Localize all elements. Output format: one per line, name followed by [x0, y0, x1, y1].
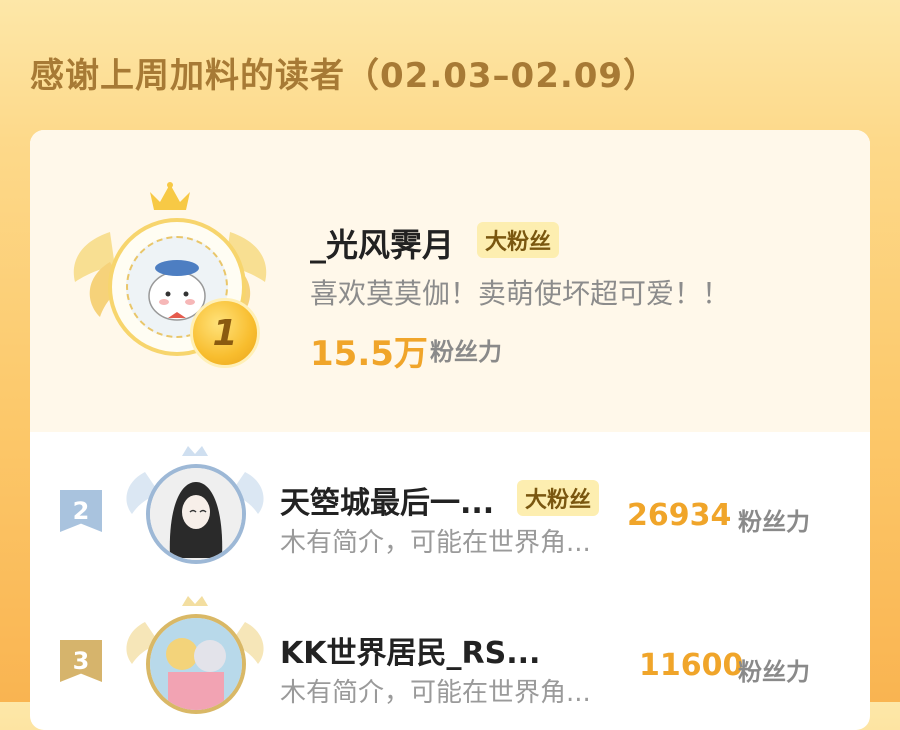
- fan-power-label: 粉丝力: [738, 658, 810, 686]
- fan-power-label: 粉丝力: [738, 508, 810, 536]
- top-reader-row[interactable]: 1 _光风霁月 大粉丝 喜欢莫莫伽！卖萌使坏超可爱！！ 15.5万 粉丝力: [30, 130, 870, 432]
- girl-avatar-icon: [150, 468, 242, 560]
- rank-flag: 2: [60, 490, 102, 532]
- fan-power-label: 粉丝力: [430, 338, 502, 366]
- reader-name[interactable]: KK世界居民_RS...: [280, 628, 540, 672]
- page-title: 感谢上周加料的读者（02.03–02.09）: [30, 56, 659, 96]
- fan-level-badge: 大粉丝: [517, 480, 600, 516]
- list-item[interactable]: 2 天箜城最后一... 大粉丝 木有简介，可能在世界角... 26934 粉丝力: [30, 432, 870, 582]
- fan-power-value: 26934: [627, 498, 732, 533]
- reader-name[interactable]: 天箜城最后一...: [280, 478, 494, 522]
- reader-name[interactable]: _光风霁月: [310, 220, 454, 266]
- fan-power-value: 11600: [639, 648, 744, 683]
- reader-description: 木有简介，可能在世界角...: [280, 528, 591, 558]
- avatar[interactable]: [146, 464, 246, 564]
- fan-power-value: 15.5万: [310, 334, 428, 374]
- reader-leaderboard-card: 1 _光风霁月 大粉丝 喜欢莫莫伽！卖萌使坏超可爱！！ 15.5万 粉丝力 2 …: [30, 130, 870, 730]
- list-item[interactable]: 3 KK世界居民_RS... 木有简介，可能在世界角... 11600 粉丝力: [30, 582, 870, 730]
- rank-flag: 3: [60, 640, 102, 682]
- reader-description: 喜欢莫莫伽！卖萌使坏超可爱！！: [310, 277, 731, 310]
- avatar[interactable]: [146, 614, 246, 714]
- fan-level-badge: 大粉丝: [477, 222, 560, 258]
- anime-avatar-icon: [150, 618, 242, 710]
- crown-icon: [150, 182, 190, 210]
- rank-badge: 1: [190, 298, 260, 368]
- reader-description: 木有简介，可能在世界角...: [280, 678, 591, 708]
